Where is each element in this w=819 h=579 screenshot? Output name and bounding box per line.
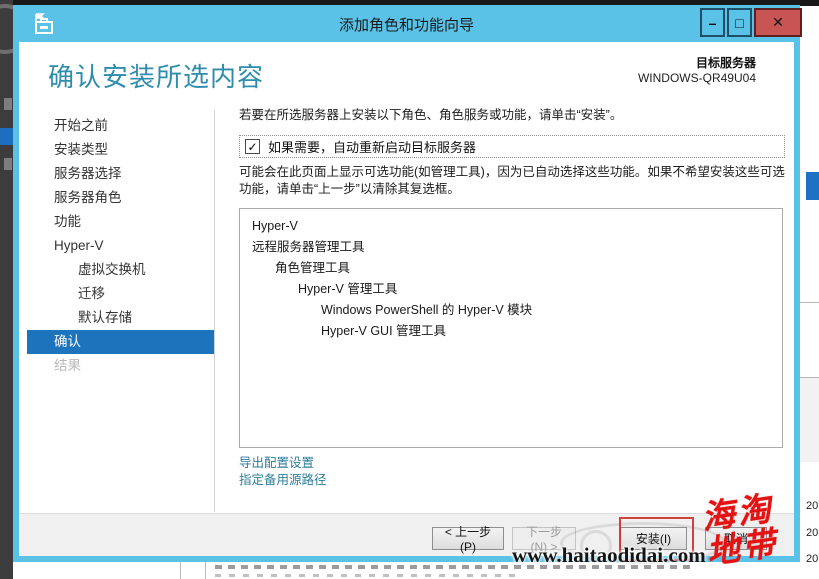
nav-step-results: 结果	[27, 354, 214, 378]
background-date-fragment: 20	[806, 500, 819, 512]
nav-step-before-you-begin[interactable]: 开始之前	[27, 114, 214, 138]
next-button: 下一步(N) >	[512, 527, 576, 550]
wizard-step-nav: 开始之前 安装类型 服务器选择 服务器角色 功能 Hyper-V 虚拟交换机 迁…	[27, 114, 214, 378]
window-title: 添加角色和功能向导	[13, 14, 800, 35]
checkbox-checkmark: ✓	[247, 140, 257, 154]
tree-item: Hyper-V 管理工具	[240, 279, 782, 300]
tree-item: Windows PowerShell 的 Hyper-V 模块	[240, 300, 782, 321]
export-configuration-link[interactable]: 导出配置设置	[239, 455, 327, 472]
background-date-fragment: 20	[806, 553, 819, 565]
nav-step-features[interactable]: 功能	[27, 210, 214, 234]
optional-features-note: 可能会在此页面上显示可选功能(如管理工具)，因为已自动选择这些功能。如果不希望安…	[239, 164, 785, 198]
tree-item: Hyper-V	[240, 216, 782, 237]
previous-button[interactable]: < 上一步(P)	[432, 527, 504, 550]
nav-step-default-stores[interactable]: 默认存储	[27, 306, 214, 330]
minimize-button[interactable]: –	[700, 8, 725, 37]
titlebar[interactable]: 添加角色和功能向导 – □ ✕	[13, 5, 800, 42]
restart-checkbox-label[interactable]: 如果需要，自动重新启动目标服务器	[268, 137, 476, 156]
specify-alternate-source-path-link[interactable]: 指定备用源路径	[239, 472, 327, 489]
dialog-body: 确认安装所选内容 目标服务器 WINDOWS-QR49U04 开始之前 安装类型…	[19, 42, 794, 556]
restart-checkbox[interactable]: ✓	[245, 139, 260, 154]
background-selected-row-fragment	[806, 172, 819, 200]
confirmation-content: 若要在所选服务器上安装以下角色、角色服务或功能，请单击“安装”。 ✓ 如果需要，…	[239, 104, 785, 123]
background-panel-fragment	[800, 378, 819, 462]
button-bar: < 上一步(P) 下一步(N) > 安装(I) 取消	[19, 514, 794, 556]
background-text-fragment	[4, 98, 12, 110]
page-title: 确认安装所选内容	[48, 57, 264, 94]
tree-item: 远程服务器管理工具	[240, 237, 782, 258]
background-table-row-fragment	[215, 574, 515, 577]
restart-checkbox-row[interactable]: ✓ 如果需要，自动重新启动目标服务器	[239, 135, 785, 158]
screen: 日 20 20 20 添加角色和功能向导 – □ ✕ 确认安装所选内容 目标服务…	[0, 0, 819, 579]
nav-step-hyper-v[interactable]: Hyper-V	[27, 234, 214, 258]
background-left-strip	[0, 0, 13, 579]
install-button[interactable]: 安装(I)	[620, 527, 687, 550]
background-column-line	[205, 562, 206, 579]
background-table-row-fragment	[215, 565, 695, 569]
target-server-label: 目标服务器	[638, 54, 756, 71]
maximize-button[interactable]: □	[727, 8, 752, 37]
nav-step-installation-type[interactable]: 安装类型	[27, 138, 214, 162]
background-logo-ring	[0, 4, 13, 54]
cancel-button[interactable]: 取消	[705, 527, 767, 550]
tree-item: 角色管理工具	[240, 258, 782, 279]
close-button[interactable]: ✕	[754, 8, 802, 37]
nav-step-virtual-switches[interactable]: 虚拟交换机	[27, 258, 214, 282]
background-divider	[800, 302, 819, 303]
nav-step-server-roles[interactable]: 服务器角色	[27, 186, 214, 210]
sidebar-separator	[214, 110, 215, 512]
tree-item: Hyper-V GUI 管理工具	[240, 321, 782, 342]
selected-items-tree[interactable]: Hyper-V 远程服务器管理工具 角色管理工具 Hyper-V 管理工具 Wi…	[239, 208, 783, 448]
background-text-fragment	[4, 158, 12, 170]
background-selected-nav-fragment	[0, 128, 13, 145]
add-roles-wizard-dialog: 添加角色和功能向导 – □ ✕ 确认安装所选内容 目标服务器 WINDOWS-Q…	[13, 5, 800, 562]
nav-step-migration[interactable]: 迁移	[27, 282, 214, 306]
background-column-line	[180, 562, 181, 579]
intro-text: 若要在所选服务器上安装以下角色、角色服务或功能，请单击“安装”。	[239, 104, 785, 123]
target-server-block: 目标服务器 WINDOWS-QR49U04	[638, 54, 756, 85]
footer-links: 导出配置设置 指定备用源路径	[239, 455, 327, 489]
background-date-fragment: 20	[806, 527, 819, 539]
nav-step-confirmation[interactable]: 确认	[27, 330, 214, 354]
target-server-name: WINDOWS-QR49U04	[638, 71, 756, 85]
nav-step-server-selection[interactable]: 服务器选择	[27, 162, 214, 186]
